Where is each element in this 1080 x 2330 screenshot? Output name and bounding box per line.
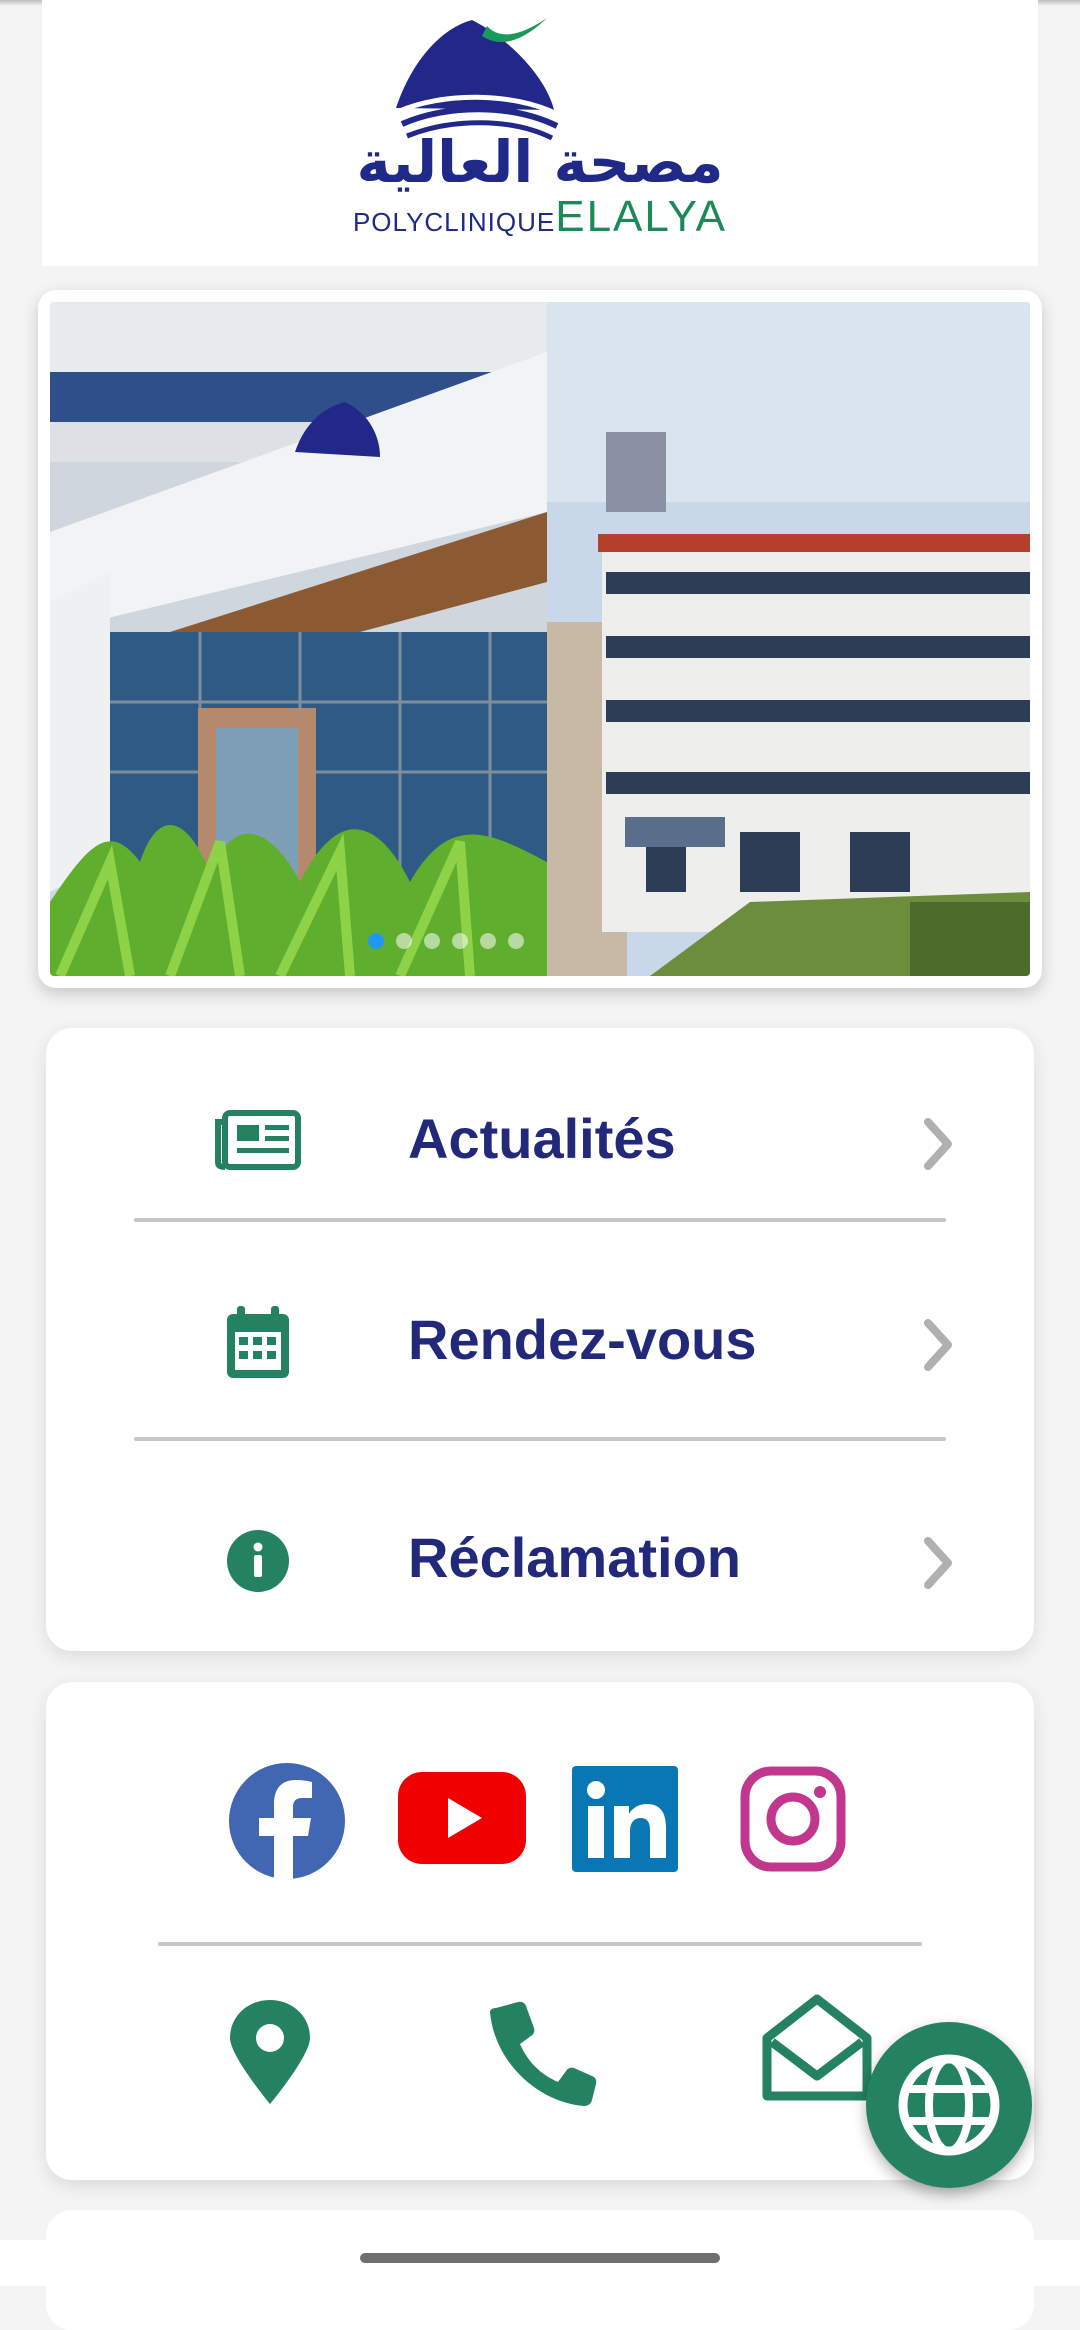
carousel-dot[interactable] (396, 933, 412, 949)
youtube-icon[interactable] (398, 1772, 526, 1864)
menu-divider (134, 1218, 946, 1222)
menu-item-label: Actualités (408, 1107, 676, 1170)
menu-item-label: Rendez-vous (408, 1308, 757, 1371)
carousel-dot[interactable] (368, 933, 384, 949)
logo-latin-text: POLYCLINIQUEELALYA (42, 192, 1038, 242)
globe-icon (898, 2054, 1000, 2156)
menu-item-label: Réclamation (408, 1526, 741, 1589)
chevron-right-icon (924, 1319, 952, 1371)
social-divider (158, 1942, 922, 1946)
carousel-dot[interactable] (424, 933, 440, 949)
chevron-right-icon (924, 1118, 952, 1170)
calendar-icon (212, 1297, 304, 1389)
system-nav-bar (0, 2240, 1080, 2286)
carousel-dot[interactable] (508, 933, 524, 949)
logo-arabic-text: مصحة العالية (356, 128, 724, 196)
menu-divider (134, 1437, 946, 1441)
carousel-indicators (50, 933, 936, 954)
logo-polyclinique: POLYCLINIQUE (352, 207, 556, 237)
carousel-slide[interactable] (50, 302, 1030, 976)
instagram-icon[interactable] (740, 1766, 846, 1872)
main-menu-card: Actualités Rendez-vous Réclamation (46, 1028, 1034, 1651)
home-gesture-handle[interactable] (360, 2253, 720, 2263)
logo-elalya: ELALYA (555, 192, 728, 241)
carousel-dot[interactable] (480, 933, 496, 949)
facebook-icon[interactable] (228, 1762, 346, 1880)
map-pin-icon[interactable] (228, 1998, 312, 2106)
building-photo (50, 302, 1030, 976)
email-icon[interactable] (762, 1994, 872, 2102)
menu-item-rendez-vous[interactable]: Rendez-vous (46, 1261, 1034, 1461)
newspaper-icon (212, 1094, 304, 1186)
logo-header: مصحة العالية POLYCLINIQUEELALYA (42, 0, 1038, 266)
phone-icon[interactable] (488, 1998, 598, 2106)
image-carousel[interactable] (38, 290, 1042, 988)
chevron-right-icon (924, 1537, 952, 1589)
carousel-dot[interactable] (452, 933, 468, 949)
info-icon (212, 1515, 304, 1607)
linkedin-icon[interactable] (572, 1766, 678, 1872)
menu-item-reclamation[interactable]: Réclamation (46, 1479, 1034, 1679)
language-button[interactable] (866, 2022, 1032, 2188)
menu-item-actualites[interactable]: Actualités (46, 1044, 1034, 1244)
